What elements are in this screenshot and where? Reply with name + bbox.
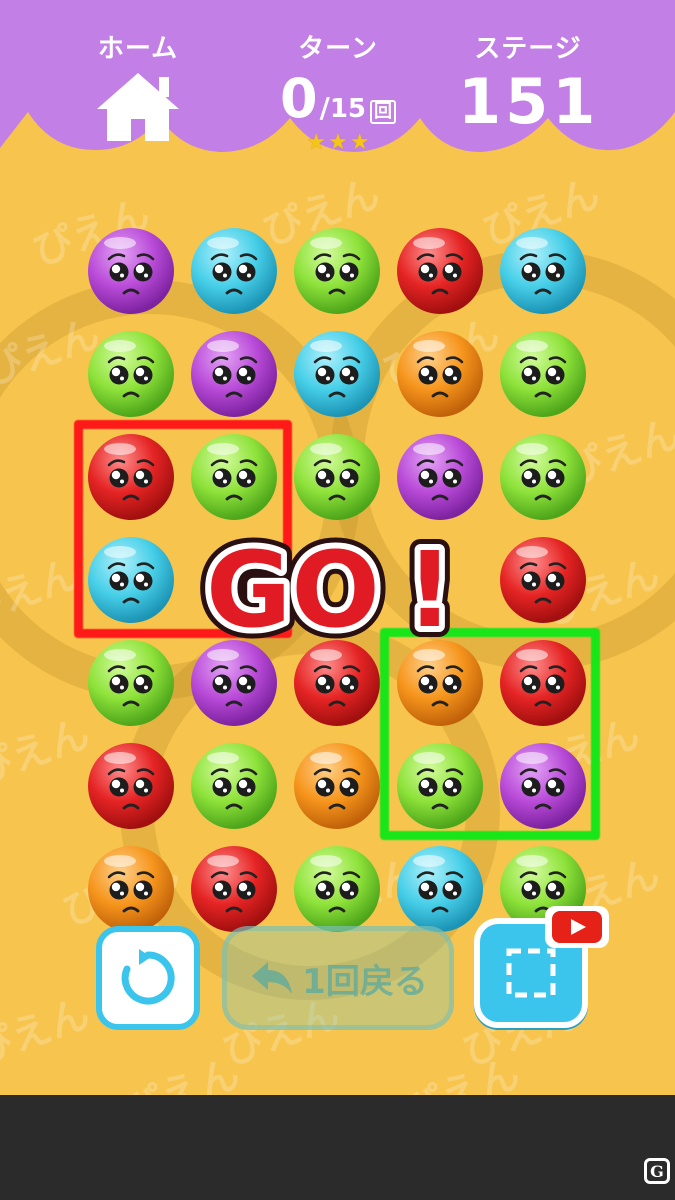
go-bang: ! (406, 529, 453, 648)
orange-pien-ball[interactable] (395, 329, 485, 419)
purple-pien-ball[interactable] (189, 638, 279, 728)
site-watermark: G (644, 1158, 670, 1184)
puzzle-board (0, 0, 675, 960)
orange-pien-ball[interactable] (292, 741, 382, 831)
red-pien-ball[interactable] (498, 638, 588, 728)
red-pien-ball[interactable] (86, 741, 176, 831)
cyan-pien-ball[interactable] (86, 535, 176, 625)
green-pien-ball[interactable] (86, 329, 176, 419)
cyan-pien-ball[interactable] (498, 226, 588, 316)
background-word: ぴえん (0, 990, 96, 1075)
purple-pien-ball[interactable] (395, 432, 485, 522)
cyan-pien-ball[interactable] (395, 844, 485, 934)
refresh-icon (121, 949, 175, 1005)
red-pien-ball[interactable] (395, 226, 485, 316)
green-pien-ball[interactable] (292, 432, 382, 522)
youtube-play-icon (552, 911, 602, 943)
background-word: ぴえん (397, 1050, 526, 1095)
dashed-square-icon (506, 948, 556, 998)
cyan-pien-ball[interactable] (189, 226, 279, 316)
red-pien-ball[interactable] (189, 844, 279, 934)
undo-button[interactable]: 1回戻る (222, 926, 454, 1030)
green-pien-ball[interactable] (292, 844, 382, 934)
green-pien-ball[interactable] (395, 741, 485, 831)
green-pien-ball[interactable] (86, 638, 176, 728)
cyan-pien-ball[interactable] (292, 329, 382, 419)
purple-pien-ball[interactable] (189, 329, 279, 419)
retry-button[interactable] (96, 926, 200, 1030)
green-pien-ball[interactable] (292, 226, 382, 316)
undo-arrow-icon (252, 962, 293, 994)
green-pien-ball[interactable] (498, 432, 588, 522)
undo-label: 1回戻る (302, 961, 428, 1002)
green-pien-ball[interactable] (189, 741, 279, 831)
orange-pien-ball[interactable] (86, 844, 176, 934)
orange-pien-ball[interactable] (395, 638, 485, 728)
purple-pien-ball[interactable] (498, 741, 588, 831)
green-pien-ball[interactable] (498, 329, 588, 419)
background-word: ぴえん (117, 1050, 246, 1095)
video-ad-badge (545, 906, 609, 948)
go-text: GO (206, 529, 380, 648)
green-pien-ball[interactable] (189, 432, 279, 522)
go-banner: GO ! GO ! GO ! (200, 520, 464, 648)
red-pien-ball[interactable] (86, 432, 176, 522)
game-screen: ぴえん ぴえん ぴえん ぴえん ぴえん ぴえん ぴえん ぴえん ぴえん ぴえん ぴえん ぴえん ぴえんぴ… (0, 0, 675, 1095)
red-pien-ball[interactable] (498, 535, 588, 625)
red-pien-ball[interactable] (292, 638, 382, 728)
purple-pien-ball[interactable] (86, 226, 176, 316)
